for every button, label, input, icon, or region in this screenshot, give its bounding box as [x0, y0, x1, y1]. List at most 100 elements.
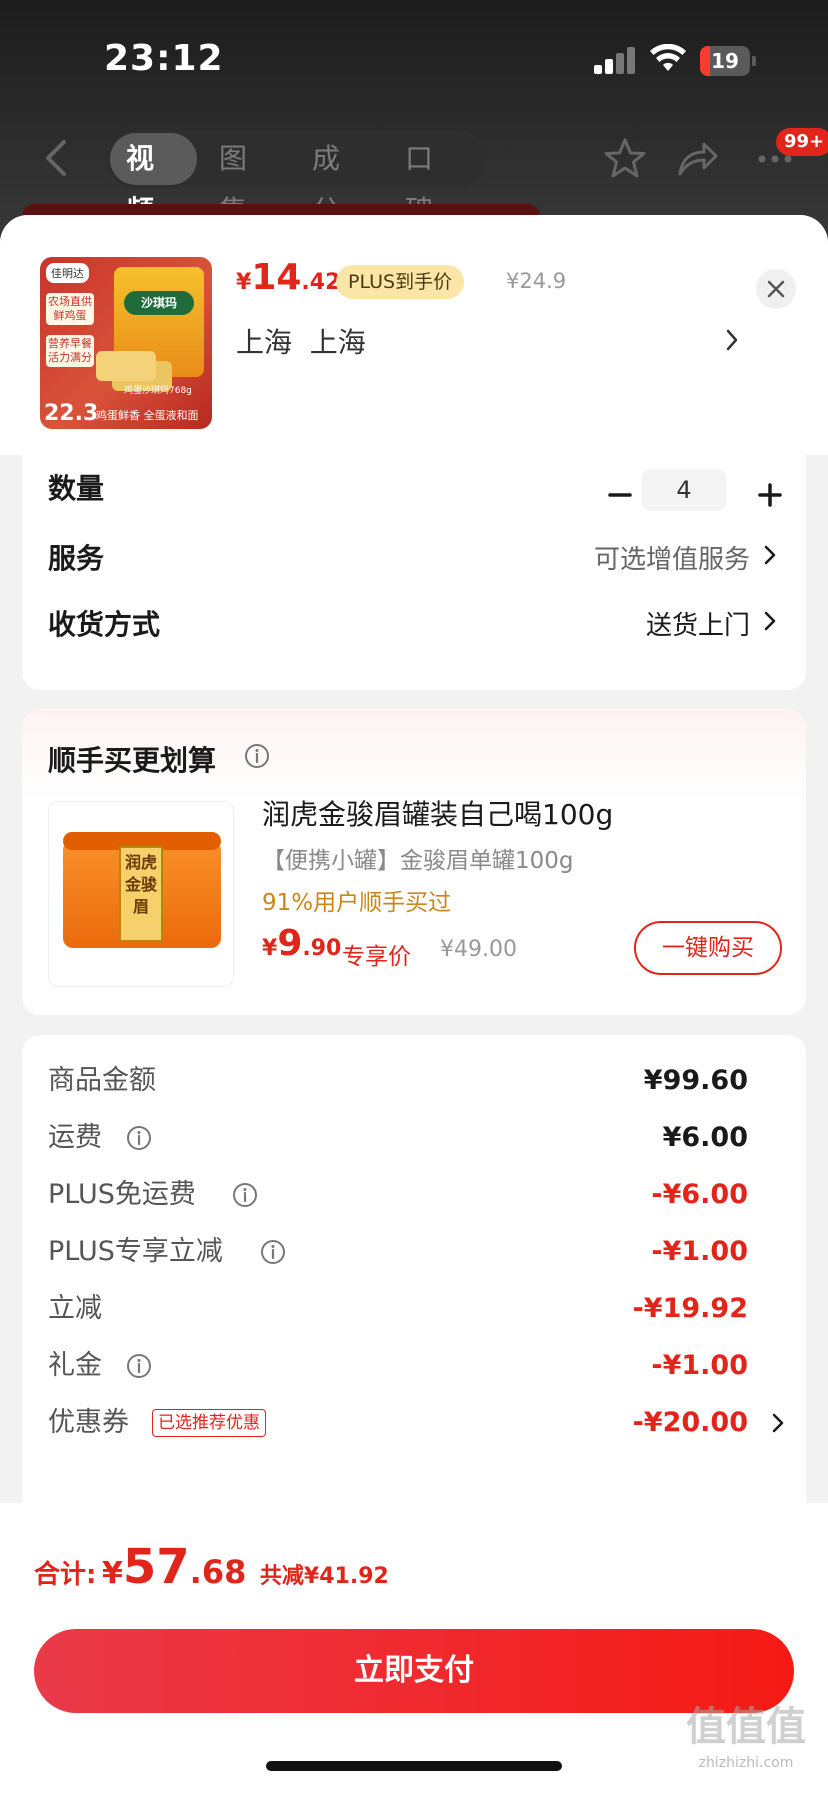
total-savings: 共减¥41.92: [259, 1564, 389, 1589]
summary-label: 优惠券: [48, 1407, 129, 1438]
summary-label: 运费: [48, 1122, 102, 1153]
one-click-buy-button[interactable]: 一键购买: [634, 921, 782, 975]
delivery-method-value[interactable]: 送货上门: [646, 605, 750, 642]
back-icon[interactable]: [38, 138, 78, 178]
tea-tin-label: 润虎金骏眉: [119, 846, 163, 942]
add-on-price-integer: 9: [277, 923, 303, 964]
pay-now-button[interactable]: 立即支付: [34, 1629, 794, 1713]
info-icon[interactable]: [232, 1182, 258, 1208]
star-icon[interactable]: [600, 134, 650, 184]
home-indicator[interactable]: [266, 1761, 562, 1771]
summary-value: -¥20.00: [632, 1407, 748, 1438]
summary-label: 立减: [48, 1293, 102, 1324]
summary-label: PLUS免运费: [48, 1179, 196, 1210]
thumb-weight: 鸡蛋沙琪玛768g: [124, 386, 192, 396]
close-icon[interactable]: [756, 269, 796, 309]
thumb-tag-nutrition: 营养早餐 活力满分: [46, 335, 94, 367]
total-integer: 57: [122, 1539, 190, 1595]
add-on-price-currency: ¥: [262, 936, 278, 961]
thumb-tag-farm: 农场直供 鲜鸡蛋: [46, 293, 94, 325]
summary-row-plus-discount: PLUS专享立减 -¥1.00: [48, 1230, 788, 1274]
summary-label: PLUS专享立减: [48, 1236, 223, 1267]
add-on-card: 顺手买更划算 润虎金骏眉 润虎金骏眉罐装自己喝100g 【便携小罐】金骏眉单罐1…: [22, 709, 806, 1015]
media-tabs: 视频 图集 成分 口碑: [106, 130, 486, 227]
battery-icon: 19: [700, 46, 756, 76]
quantity-label: 数量: [48, 472, 105, 505]
add-on-name[interactable]: 润虎金骏眉罐装自己喝100g: [262, 793, 613, 833]
plus-price-badge: PLUS到手价: [336, 265, 465, 299]
delivery-method-label: 收货方式: [48, 608, 161, 641]
summary-row-plus-free-shipping: PLUS免运费 -¥6.00: [48, 1173, 788, 1217]
summary-row-instant-discount: 立减 -¥19.92: [48, 1287, 788, 1331]
thumb-price: 22.3: [44, 401, 99, 426]
add-on-price-label: 专享价: [342, 944, 411, 970]
add-on-title: 顺手买更划算: [48, 744, 217, 777]
thumb-brand: 佳明达: [46, 263, 89, 283]
tab-ingredients[interactable]: 成分: [296, 133, 383, 227]
summary-value: -¥1.00: [651, 1236, 748, 1267]
info-icon[interactable]: [126, 1353, 152, 1379]
service-value[interactable]: 可选增值服务: [594, 539, 750, 576]
tab-gallery[interactable]: 图集: [203, 133, 290, 227]
info-icon[interactable]: [126, 1125, 152, 1151]
original-price: ¥24.9: [506, 269, 567, 293]
summary-row-gift-money: 礼金 -¥1.00: [48, 1344, 788, 1388]
price-decimal: .42: [301, 270, 341, 295]
tab-video[interactable]: 视频: [110, 133, 197, 227]
price-summary-card: 商品金额 ¥99.60 运费 ¥6.00 PLUS免运费 -¥6.00 PLUS…: [22, 1035, 806, 1515]
message-badge: 99+: [776, 128, 828, 156]
product-header: 佳明达 农场直供 鲜鸡蛋 营养早餐 活力满分 沙琪玛 鸡蛋沙琪玛768g 22.…: [0, 215, 828, 455]
add-on-price-decimal: .90: [302, 936, 342, 961]
order-options-card: 数量 4 服务 可选增值服务 收货方式 送货上门: [22, 455, 806, 690]
tab-reviews[interactable]: 口碑: [389, 133, 476, 227]
total-decimal: .68: [189, 1553, 247, 1591]
add-on-price: ¥9.90: [262, 923, 341, 964]
cellular-signal-icon: [594, 46, 636, 74]
checkout-bar: 合计: ¥57.68 共减¥41.92 立即支付 值值值 zhizhizhi.c…: [0, 1503, 828, 1796]
info-icon[interactable]: [260, 1239, 286, 1265]
add-on-original-price: ¥49.00: [440, 937, 517, 962]
price-currency: ¥: [236, 270, 252, 295]
chevron-right-icon[interactable]: [770, 1411, 786, 1435]
add-on-image[interactable]: 润虎金骏眉: [48, 801, 234, 987]
summary-value: -¥6.00: [651, 1179, 748, 1210]
summary-value: ¥6.00: [662, 1122, 748, 1153]
watermark: 值值值: [686, 1704, 806, 1750]
summary-value: ¥99.60: [643, 1065, 748, 1096]
chevron-right-icon[interactable]: [722, 327, 742, 353]
total-label: 合计:: [34, 1560, 97, 1590]
product-thumbnail: 佳明达 农场直供 鲜鸡蛋 营养早餐 活力满分 沙琪玛 鸡蛋沙琪玛768g 22.…: [40, 257, 212, 429]
quantity-minus-button[interactable]: [602, 477, 638, 513]
thumb-slogan: 鸡蛋鲜香 全蛋液和面: [96, 409, 199, 422]
order-total: 合计: ¥57.68 共减¥41.92: [34, 1539, 389, 1595]
purchase-sheet: 佳明达 农场直供 鲜鸡蛋 营养早餐 活力满分 沙琪玛 鸡蛋沙琪玛768g 22.…: [0, 215, 828, 1796]
status-bar: 23:12 19: [0, 0, 828, 120]
add-on-subtitle: 【便携小罐】金骏眉单罐100g: [262, 848, 574, 874]
thumb-bag-label: 沙琪玛: [124, 291, 194, 315]
summary-label: 商品金额: [48, 1065, 156, 1096]
watermark-url: zhizhizhi.com: [698, 1755, 794, 1771]
summary-row-coupon[interactable]: 优惠券 已选推荐优惠 -¥20.00: [48, 1401, 788, 1445]
summary-label: 礼金: [48, 1350, 102, 1381]
thumb-cake-image: [96, 351, 156, 381]
quantity-plus-button[interactable]: [752, 477, 788, 513]
service-label: 服务: [48, 542, 105, 575]
wifi-icon: [650, 44, 686, 71]
chevron-right-icon[interactable]: [762, 609, 778, 633]
summary-value: -¥19.92: [632, 1293, 748, 1324]
total-currency: ¥: [101, 1556, 123, 1591]
summary-value: -¥1.00: [651, 1350, 748, 1381]
status-time: 23:12: [104, 38, 224, 79]
quantity-input[interactable]: 4: [642, 469, 726, 511]
price-integer: 14: [251, 257, 302, 298]
coupon-selected-tag: 已选推荐优惠: [152, 1409, 266, 1437]
battery-level: 19: [711, 49, 739, 73]
delivery-address[interactable]: 上海 上海: [236, 321, 366, 361]
share-icon[interactable]: [672, 134, 722, 184]
summary-row-shipping: 运费 ¥6.00: [48, 1116, 788, 1160]
summary-row-subtotal: 商品金额 ¥99.60: [48, 1059, 788, 1103]
product-price: ¥14.42: [236, 257, 340, 298]
add-on-buy-rate: 91%用户顺手买过: [262, 890, 452, 916]
chevron-right-icon[interactable]: [762, 543, 778, 567]
info-icon[interactable]: [244, 743, 270, 769]
